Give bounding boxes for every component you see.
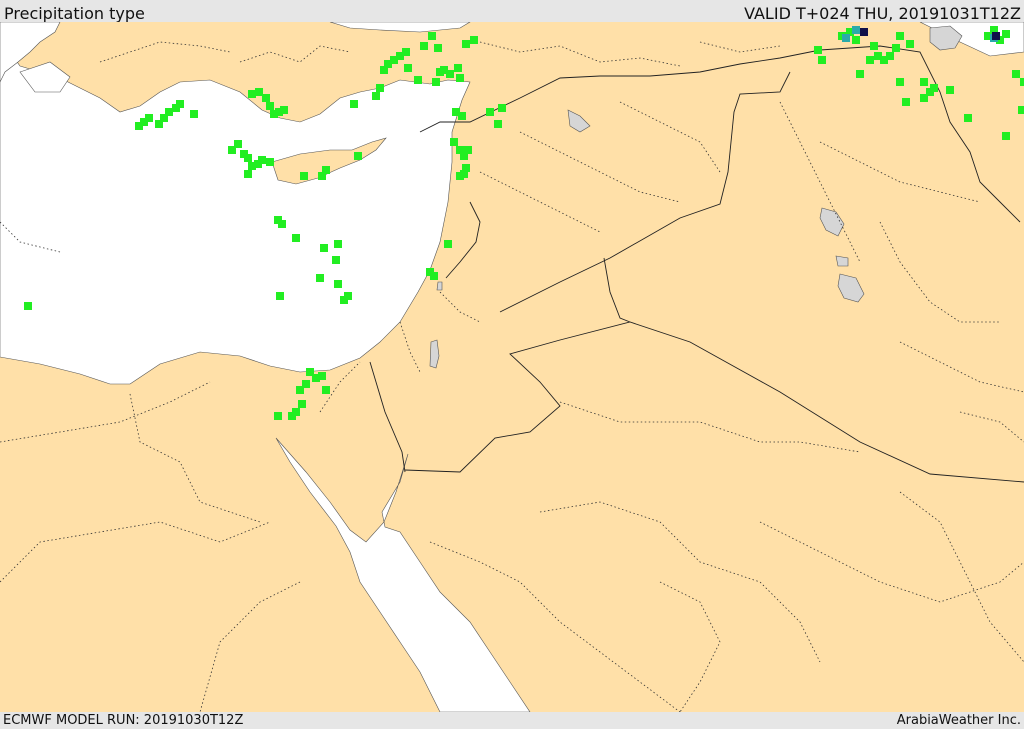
rain-marker [470, 36, 478, 44]
header-bar: Precipitation type VALID T+024 THU, 2019… [0, 0, 1024, 23]
rain-marker [494, 120, 502, 128]
rain-marker [892, 44, 900, 52]
rain-marker [350, 100, 358, 108]
rain-marker [462, 40, 470, 48]
rain-marker [428, 32, 436, 40]
rain-marker [255, 88, 263, 96]
rain-marker [964, 114, 972, 122]
rain-marker [165, 108, 173, 116]
rain-marker [856, 70, 864, 78]
rain-marker [372, 92, 380, 100]
rain-marker [1018, 106, 1024, 114]
rain-marker [896, 78, 904, 86]
rain-marker [1002, 30, 1010, 38]
rain-marker [296, 386, 304, 394]
rain-marker [344, 292, 352, 300]
rain-marker [244, 154, 252, 162]
rain-marker [920, 78, 928, 86]
valid-time-label: VALID T+024 THU, 20191031T12Z [744, 4, 1021, 23]
rain-marker [454, 64, 462, 72]
rain-marker [376, 84, 384, 92]
rain-marker [322, 166, 330, 174]
rain-marker [244, 170, 252, 178]
rain-marker [176, 100, 184, 108]
rain-marker [274, 412, 282, 420]
rain-marker [266, 102, 274, 110]
map-title: Precipitation type [4, 4, 145, 23]
mixed-marker [852, 26, 860, 34]
rain-marker [414, 76, 422, 84]
rain-marker [870, 42, 878, 50]
rain-marker [404, 64, 412, 72]
rain-marker [1012, 70, 1020, 78]
rain-marker [1020, 78, 1024, 86]
rain-marker [896, 32, 904, 40]
rain-marker [814, 46, 822, 54]
rain-marker [234, 140, 242, 148]
rain-marker [498, 104, 506, 112]
rain-marker [288, 412, 296, 420]
rain-marker [280, 106, 288, 114]
rain-marker [902, 98, 910, 106]
rain-marker [930, 84, 938, 92]
rain-marker [946, 86, 954, 94]
rain-marker [444, 240, 452, 248]
rain-marker [446, 70, 454, 78]
rain-marker [420, 42, 428, 50]
habbaniyah-lake [835, 255, 849, 267]
sea-of-galilee [436, 281, 443, 291]
rain-marker [278, 220, 286, 228]
rain-marker [300, 172, 308, 180]
rain-marker [276, 292, 284, 300]
rain-marker [464, 146, 472, 154]
rain-marker [1002, 132, 1010, 140]
map-svg [0, 22, 1024, 712]
rain-marker [258, 156, 266, 164]
rain-marker [190, 110, 198, 118]
rain-marker [432, 78, 440, 86]
snow-marker [860, 28, 868, 36]
rain-marker [920, 94, 928, 102]
rain-marker [332, 256, 340, 264]
rain-marker [145, 114, 153, 122]
rain-marker [24, 302, 32, 310]
rain-marker [262, 94, 270, 102]
rain-marker [906, 40, 914, 48]
mixed-marker [842, 34, 850, 42]
rain-marker [458, 112, 466, 120]
rain-marker [266, 158, 274, 166]
rain-marker [292, 234, 300, 242]
rain-marker [886, 52, 894, 60]
footer-bar: ECMWF MODEL RUN: 20191030T12Z ArabiaWeat… [0, 712, 1024, 729]
rain-marker [316, 274, 324, 282]
rain-marker [334, 240, 342, 248]
rain-marker [434, 44, 442, 52]
rain-marker [248, 90, 256, 98]
rain-marker [486, 108, 494, 116]
rain-marker [402, 48, 410, 56]
model-run-label: ECMWF MODEL RUN: 20191030T12Z [3, 713, 244, 728]
rain-marker [450, 138, 458, 146]
rain-marker [852, 36, 860, 44]
rain-marker [298, 400, 306, 408]
rain-marker [334, 280, 342, 288]
credit-label: ArabiaWeather Inc. [896, 713, 1021, 728]
rain-marker [460, 170, 468, 178]
rain-marker [426, 268, 434, 276]
rain-marker [320, 244, 328, 252]
rain-marker [456, 74, 464, 82]
rain-marker [354, 152, 362, 160]
rain-marker [322, 386, 330, 394]
rain-marker [318, 372, 326, 380]
rain-marker [866, 56, 874, 64]
snow-marker [992, 32, 1000, 40]
rain-marker [818, 56, 826, 64]
map-canvas[interactable] [0, 22, 1024, 712]
